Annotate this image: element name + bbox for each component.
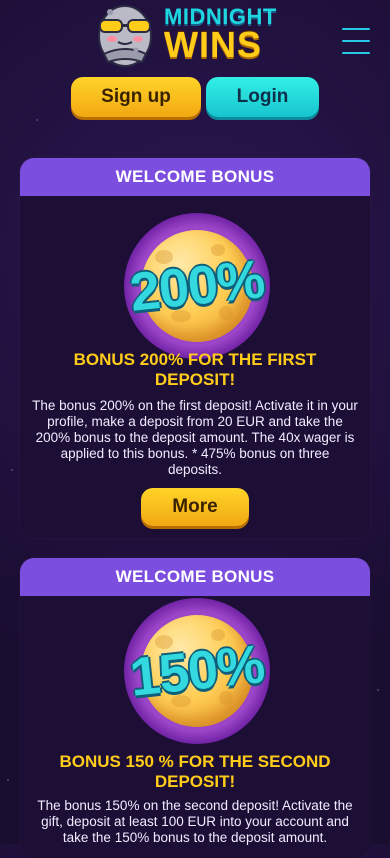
- bonus-title: BONUS 200% FOR THE FIRST DEPOSIT!: [73, 350, 317, 389]
- menu-line: [342, 40, 370, 42]
- bonus-description: The bonus 200% on the first deposit! Act…: [32, 398, 358, 477]
- hamburger-menu-icon[interactable]: [342, 26, 370, 56]
- more-button[interactable]: More: [141, 488, 249, 526]
- logo[interactable]: MIDNIGHT WINS: [92, 0, 302, 72]
- card-header: WELCOME BONUS: [20, 558, 370, 596]
- bonus-description: The bonus 150% on the second deposit! Ac…: [37, 798, 353, 845]
- mascot-icon: [98, 5, 152, 67]
- menu-line: [342, 28, 370, 30]
- brand-wordmark: MIDNIGHT WINS: [164, 4, 304, 70]
- bonus-card-first-deposit: WELCOME BONUS 200% BONUS 200% FOR THE FI…: [20, 158, 370, 538]
- card-header: WELCOME BONUS: [20, 158, 370, 196]
- login-button[interactable]: Login: [206, 77, 319, 117]
- site-header: MIDNIGHT WINS Sign up Login: [0, 0, 390, 130]
- signup-button[interactable]: Sign up: [71, 77, 201, 117]
- brand-bottom-text: WINS: [164, 24, 262, 65]
- bonus-percent: 150%: [127, 634, 267, 708]
- menu-line: [342, 52, 370, 54]
- bonus-title: BONUS 150 % FOR THE SECOND DEPOSIT!: [59, 752, 331, 791]
- bonus-card-second-deposit: WELCOME BONUS 150% BONUS 150 % FOR THE S…: [20, 558, 370, 858]
- bonus-percent: 200%: [127, 249, 267, 323]
- bonus-coin-icon: 200%: [124, 213, 270, 359]
- bonus-coin-icon: 150%: [124, 598, 270, 744]
